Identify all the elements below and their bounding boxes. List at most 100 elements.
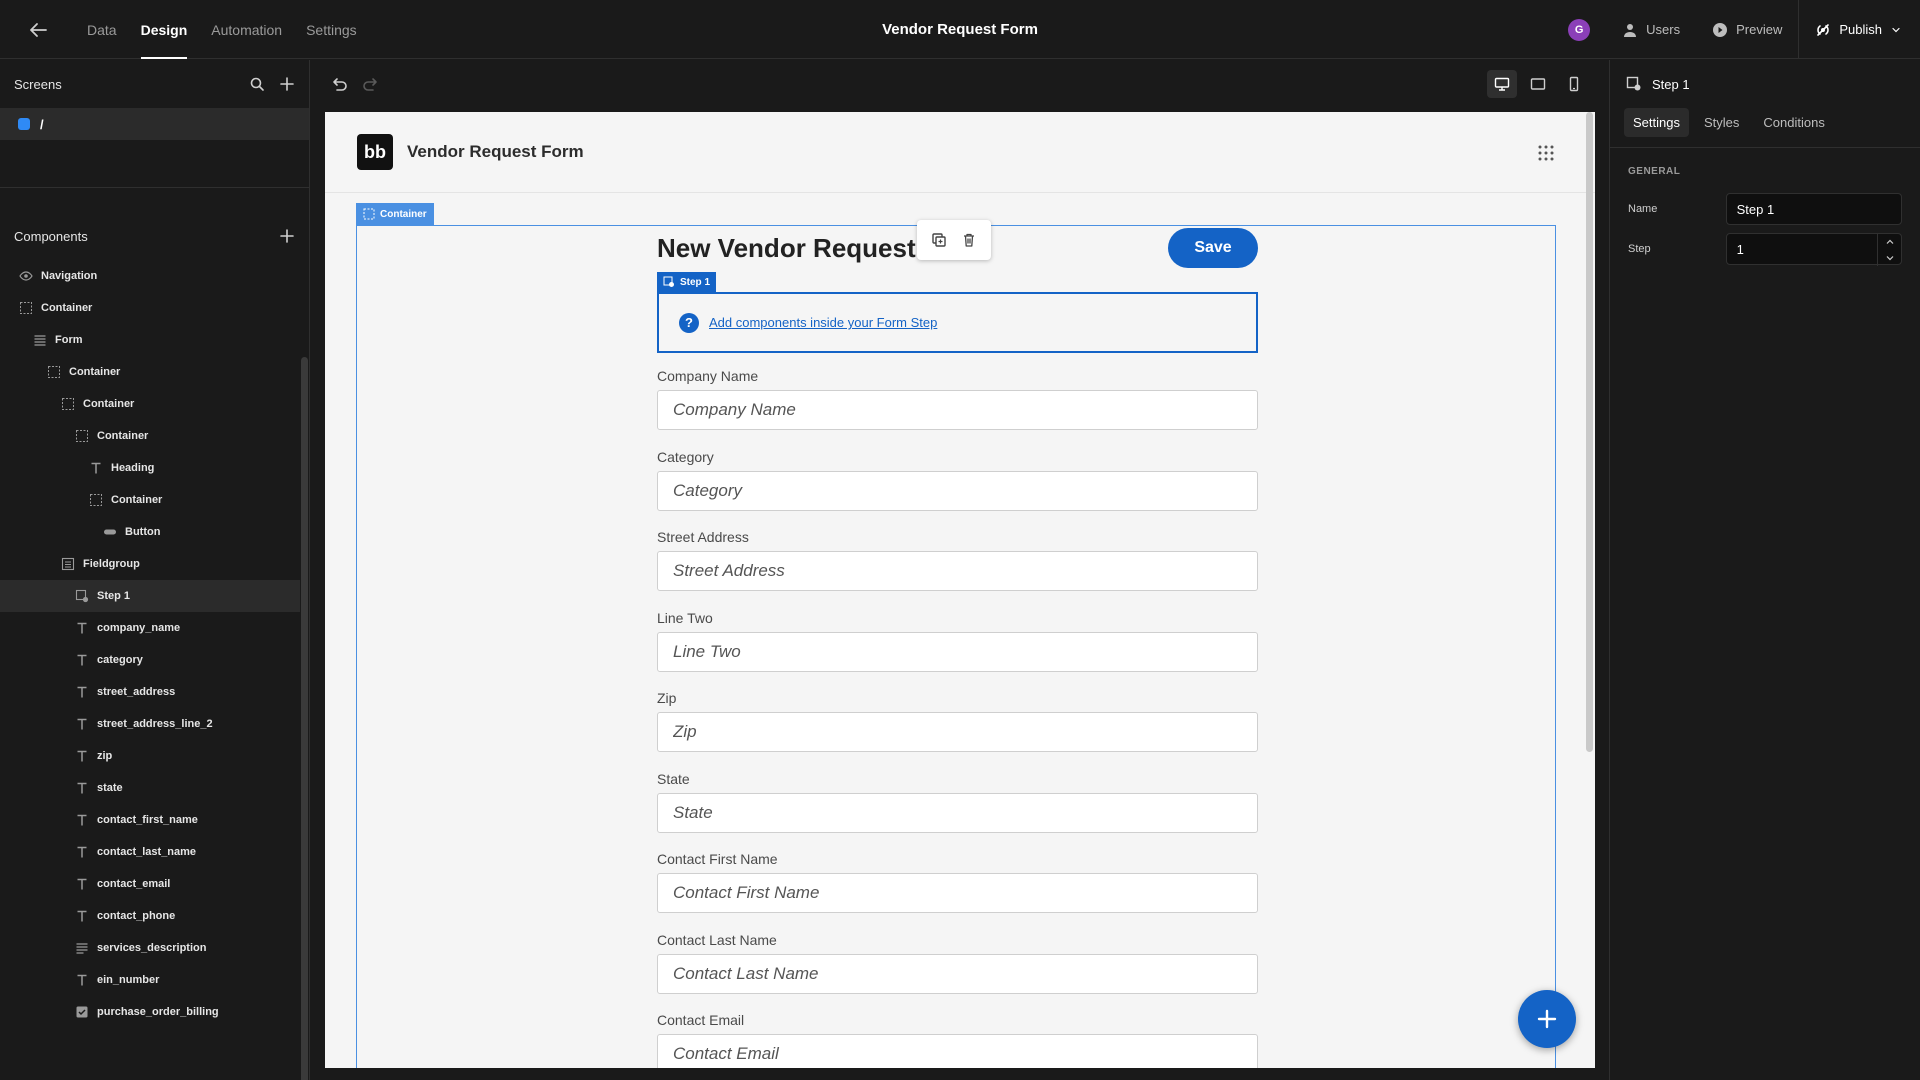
- component-tree-item[interactable]: state: [0, 772, 300, 804]
- screens-section: Screens /: [0, 60, 309, 188]
- text-icon: [75, 685, 89, 699]
- component-tree-item[interactable]: street_address_line_2: [0, 708, 300, 740]
- tab-data[interactable]: Data: [75, 0, 129, 59]
- back-arrow-icon[interactable]: [26, 18, 50, 42]
- publish-button[interactable]: Publish: [1798, 0, 1920, 59]
- field-input[interactable]: [657, 470, 1258, 511]
- tablet-icon: [1530, 78, 1546, 90]
- component-tree-item[interactable]: Container: [0, 420, 300, 452]
- field-input[interactable]: [657, 953, 1258, 994]
- preview-label: Preview: [1736, 22, 1783, 37]
- canvas-scrollbar[interactable]: [1586, 112, 1593, 752]
- add-components-link[interactable]: Add components inside your Form Step: [709, 315, 937, 330]
- mobile-icon: [1569, 76, 1579, 92]
- container-tag[interactable]: Container: [356, 203, 434, 225]
- user-icon: [1624, 23, 1637, 37]
- component-tree-label: street_address_line_2: [97, 718, 213, 730]
- component-tree-label: state: [97, 782, 123, 794]
- step-icon: [1626, 76, 1641, 91]
- component-tree-item[interactable]: contact_first_name: [0, 804, 300, 836]
- top-right-actions: G Users Preview Publish: [1568, 0, 1920, 59]
- tablet-view-button[interactable]: [1523, 70, 1553, 98]
- add-component-icon[interactable]: [279, 228, 295, 244]
- field-input[interactable]: [657, 631, 1258, 672]
- search-icon[interactable]: [249, 76, 265, 92]
- component-tree-scrollbar[interactable]: [301, 357, 308, 1080]
- component-tree-label: ein_number: [97, 974, 160, 986]
- redo-icon[interactable]: [361, 74, 381, 94]
- step-increment[interactable]: [1878, 234, 1901, 250]
- tab-settings-panel[interactable]: Settings: [1624, 108, 1689, 137]
- undo-icon[interactable]: [329, 74, 349, 94]
- field-input[interactable]: [657, 390, 1258, 430]
- screen-item[interactable]: /: [0, 108, 309, 140]
- users-button[interactable]: Users: [1606, 0, 1696, 59]
- text-icon: [75, 717, 89, 731]
- component-tree-item[interactable]: Button: [0, 516, 300, 548]
- component-tree: Navigation Container Form Container Containe…: [0, 260, 300, 1080]
- tab-design[interactable]: Design: [129, 0, 200, 59]
- container-icon: [47, 365, 61, 379]
- component-tree-item[interactable]: Step 1: [0, 580, 300, 612]
- add-screen-icon[interactable]: [279, 76, 295, 92]
- field-label: State: [657, 770, 690, 787]
- component-tree-item[interactable]: services_description: [0, 932, 300, 964]
- component-tree-label: Button: [125, 526, 161, 538]
- tab-conditions[interactable]: Conditions: [1754, 108, 1833, 137]
- component-tree-item[interactable]: zip: [0, 740, 300, 772]
- component-tree-item[interactable]: contact_phone: [0, 900, 300, 932]
- component-tree-item[interactable]: category: [0, 644, 300, 676]
- component-tree-item[interactable]: Fieldgroup: [0, 548, 300, 580]
- desktop-view-button[interactable]: [1487, 70, 1517, 98]
- component-actions-popover: [917, 220, 991, 260]
- settings-tabs: Settings Styles Conditions: [1610, 108, 1920, 148]
- component-tree-item[interactable]: company_name: [0, 612, 300, 644]
- name-field[interactable]: Step 1: [1725, 193, 1902, 225]
- field-input[interactable]: [657, 1034, 1258, 1068]
- add-component-fab[interactable]: [1518, 990, 1576, 1048]
- component-tree-item[interactable]: Heading: [0, 452, 300, 484]
- step-number-stepper[interactable]: 1: [1725, 233, 1902, 266]
- component-tree-item[interactable]: Form: [0, 324, 300, 356]
- form-field: Category: [657, 447, 1258, 528]
- component-tree-item[interactable]: Container: [0, 388, 300, 420]
- step-tag[interactable]: Step 1: [657, 272, 717, 292]
- step-decrement[interactable]: [1878, 250, 1901, 266]
- component-tree-item[interactable]: Navigation: [0, 260, 300, 292]
- component-tree-item[interactable]: Container: [0, 356, 300, 388]
- step-icon: [663, 276, 674, 287]
- app-grid-icon[interactable]: [1537, 144, 1555, 162]
- component-tree-item[interactable]: contact_last_name: [0, 836, 300, 868]
- component-tree-item[interactable]: ein_number: [0, 964, 300, 996]
- trash-icon[interactable]: [961, 232, 977, 248]
- text-icon: [75, 909, 89, 923]
- field-input[interactable]: [657, 551, 1258, 591]
- save-button[interactable]: Save: [1168, 228, 1258, 268]
- preview-button[interactable]: Preview: [1696, 0, 1798, 59]
- container-tag-label: Container: [380, 208, 427, 220]
- component-tree-item[interactable]: street_address: [0, 676, 300, 708]
- component-tree-label: Step 1: [97, 590, 131, 602]
- form-field: State: [657, 769, 1258, 850]
- component-tree-item[interactable]: Container: [0, 484, 300, 516]
- duplicate-icon[interactable]: [931, 232, 947, 248]
- field-input[interactable]: [657, 712, 1258, 752]
- mobile-view-button[interactable]: [1559, 70, 1589, 98]
- component-tree-item[interactable]: Container: [0, 292, 300, 324]
- component-tree-label: Container: [41, 302, 93, 314]
- component-tree-item[interactable]: contact_email: [0, 868, 300, 900]
- component-tree-label: Container: [111, 494, 163, 506]
- fieldgroup-icon: [61, 557, 75, 571]
- tab-styles[interactable]: Styles: [1695, 108, 1748, 137]
- tab-settings[interactable]: Settings: [294, 0, 369, 59]
- longtext-icon: [75, 941, 89, 955]
- component-tree-item[interactable]: purchase_order_billing: [0, 996, 300, 1028]
- tab-automation[interactable]: Automation: [199, 0, 294, 59]
- field-input[interactable]: [657, 873, 1258, 913]
- settings-header: Step 1: [1610, 60, 1920, 108]
- avatar[interactable]: G: [1568, 18, 1591, 41]
- app-preview: bb Vendor Request Form Container New Ven…: [325, 112, 1595, 1068]
- name-label: Name: [1628, 203, 1658, 215]
- field-input[interactable]: [657, 792, 1258, 833]
- form-step-placeholder[interactable]: ? Add components inside your Form Step: [657, 292, 1258, 353]
